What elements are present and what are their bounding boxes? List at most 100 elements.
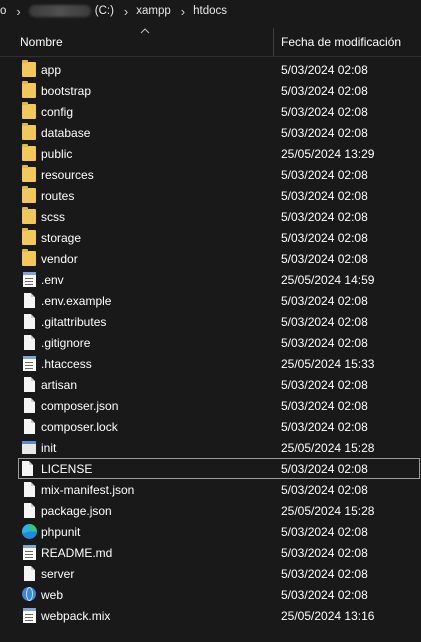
file-date-modified: 5/03/2024 02:08 — [281, 378, 368, 392]
file-name: .gitattributes — [41, 315, 107, 329]
file-name: public — [41, 147, 73, 161]
file-date-modified: 5/03/2024 02:08 — [281, 336, 368, 350]
file-row[interactable]: README.md 5/03/2024 02:08 — [0, 542, 421, 563]
file-row[interactable]: package.json 25/05/2024 15:28 — [0, 500, 421, 521]
chevron-right-icon[interactable]: › — [16, 4, 20, 19]
column-divider[interactable] — [273, 28, 274, 56]
file-icon — [24, 398, 35, 413]
folder-icon — [22, 102, 36, 119]
file-list: app 5/03/2024 02:08 bootstrap 5/03/2024 02:… — [0, 59, 421, 626]
file-row[interactable]: .env 25/05/2024 14:59 — [0, 269, 421, 290]
chevron-right-icon[interactable]: › — [181, 4, 185, 19]
file-name: resources — [41, 168, 94, 182]
file-date-modified: 5/03/2024 02:08 — [281, 210, 368, 224]
file-icon — [24, 314, 35, 329]
file-date-modified: 5/03/2024 02:08 — [281, 462, 368, 476]
file-row[interactable]: bootstrap 5/03/2024 02:08 — [0, 80, 421, 101]
file-row[interactable]: vendor 5/03/2024 02:08 — [0, 248, 421, 269]
file-name: app — [41, 63, 62, 77]
file-name: webpack.mix — [41, 609, 111, 623]
file-date-modified: 25/05/2024 13:16 — [281, 609, 375, 623]
notepad-file-icon — [23, 272, 36, 287]
file-name: package.json — [41, 504, 112, 518]
file-row[interactable]: phpunit 5/03/2024 02:08 — [0, 521, 421, 542]
file-row[interactable]: LICENSE 5/03/2024 02:08 — [18, 458, 420, 479]
file-icon — [24, 335, 35, 350]
chevron-right-icon[interactable]: › — [124, 4, 128, 19]
file-date-modified: 5/03/2024 02:08 — [281, 525, 368, 539]
file-date-modified: 5/03/2024 02:08 — [281, 105, 368, 119]
file-name: .htaccess — [41, 357, 92, 371]
file-name: routes — [41, 189, 75, 203]
file-name: mix-manifest.json — [41, 483, 135, 497]
file-date-modified: 5/03/2024 02:08 — [281, 189, 368, 203]
file-date-modified: 25/05/2024 13:29 — [281, 147, 375, 161]
file-name: config — [41, 105, 74, 119]
command-file-icon — [22, 441, 36, 454]
file-row[interactable]: .gitattributes 5/03/2024 02:08 — [0, 311, 421, 332]
file-row[interactable]: scss 5/03/2024 02:08 — [0, 206, 421, 227]
file-name: composer.json — [41, 399, 119, 413]
folder-icon — [22, 228, 36, 245]
column-header: Nombre Fecha de modificación — [0, 28, 421, 57]
file-icon — [24, 566, 35, 581]
file-icon — [24, 503, 35, 518]
file-name: server — [41, 567, 75, 581]
folder-icon — [22, 249, 36, 266]
file-date-modified: 25/05/2024 15:28 — [281, 504, 375, 518]
file-row[interactable]: .gitignore 5/03/2024 02:08 — [0, 332, 421, 353]
file-row[interactable]: app 5/03/2024 02:08 — [0, 59, 421, 80]
column-name[interactable]: Nombre — [20, 35, 63, 49]
file-row[interactable]: resources 5/03/2024 02:08 — [0, 164, 421, 185]
file-date-modified: 5/03/2024 02:08 — [281, 420, 368, 434]
address-path-htdocs[interactable]: htdocs — [193, 5, 227, 17]
file-name: .env — [41, 273, 64, 287]
file-date-modified: 5/03/2024 02:08 — [281, 399, 368, 413]
file-name: README.md — [41, 546, 113, 560]
file-name: phpunit — [41, 525, 81, 539]
notepad-file-icon — [23, 356, 36, 371]
column-date-modified[interactable]: Fecha de modificación — [281, 35, 401, 49]
file-name: artisan — [41, 378, 78, 392]
file-name: vendor — [41, 252, 78, 266]
file-row[interactable]: composer.json 5/03/2024 02:08 — [0, 395, 421, 416]
file-date-modified: 5/03/2024 02:08 — [281, 294, 368, 308]
file-row[interactable]: web 5/03/2024 02:08 — [0, 584, 421, 605]
file-date-modified: 5/03/2024 02:08 — [281, 588, 368, 602]
address-drive[interactable]: (C:) — [95, 5, 114, 17]
file-name: web — [41, 588, 64, 602]
globe-icon — [22, 587, 36, 601]
file-row[interactable]: webpack.mix 25/05/2024 13:16 — [0, 605, 421, 626]
file-row[interactable]: init 25/05/2024 15:28 — [0, 437, 421, 458]
folder-icon — [22, 81, 36, 98]
sort-ascending-icon — [140, 28, 150, 34]
address-prefix: o — [0, 5, 7, 17]
file-icon — [22, 461, 33, 476]
file-row[interactable]: routes 5/03/2024 02:08 — [0, 185, 421, 206]
file-row[interactable]: .htaccess 25/05/2024 15:33 — [0, 353, 421, 374]
file-date-modified: 5/03/2024 02:08 — [281, 567, 368, 581]
file-icon — [24, 377, 35, 392]
file-row[interactable]: artisan 5/03/2024 02:08 — [0, 374, 421, 395]
file-row[interactable]: public 25/05/2024 13:29 — [0, 143, 421, 164]
file-row[interactable]: storage 5/03/2024 02:08 — [0, 227, 421, 248]
file-row[interactable]: composer.lock 5/03/2024 02:08 — [0, 416, 421, 437]
file-date-modified: 25/05/2024 14:59 — [281, 273, 375, 287]
file-name: bootstrap — [41, 84, 92, 98]
address-bar[interactable]: o › (C:) › xampp › htdocs — [0, 0, 421, 22]
file-row[interactable]: mix-manifest.json 5/03/2024 02:08 — [0, 479, 421, 500]
notepad-file-icon — [23, 545, 36, 560]
file-date-modified: 5/03/2024 02:08 — [281, 168, 368, 182]
file-row[interactable]: config 5/03/2024 02:08 — [0, 101, 421, 122]
file-name: .gitignore — [41, 336, 91, 350]
folder-icon — [22, 186, 36, 203]
file-date-modified: 5/03/2024 02:08 — [281, 126, 368, 140]
file-date-modified: 25/05/2024 15:28 — [281, 441, 375, 455]
file-row[interactable]: database 5/03/2024 02:08 — [0, 122, 421, 143]
file-name: composer.lock — [41, 420, 118, 434]
file-date-modified: 5/03/2024 02:08 — [281, 84, 368, 98]
folder-icon — [22, 123, 36, 140]
address-path-xampp[interactable]: xampp — [136, 5, 171, 17]
file-row[interactable]: server 5/03/2024 02:08 — [0, 563, 421, 584]
file-row[interactable]: .env.example 5/03/2024 02:08 — [0, 290, 421, 311]
